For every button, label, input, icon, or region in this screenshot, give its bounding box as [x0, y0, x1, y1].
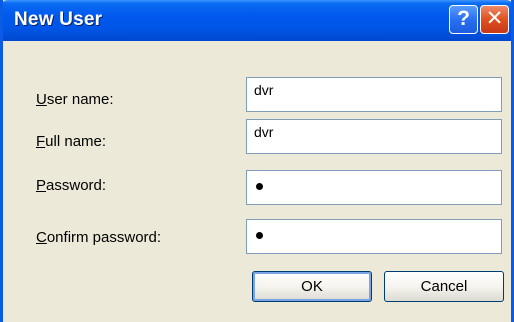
ok-button[interactable]: OK — [252, 271, 372, 302]
window-title: New User — [14, 9, 103, 30]
confirm-password-input[interactable] — [246, 219, 502, 254]
password-label: Password: — [36, 177, 107, 194]
username-label: User name: — [36, 91, 114, 108]
cancel-button[interactable]: Cancel — [384, 271, 504, 302]
username-input[interactable]: dvr — [246, 77, 502, 112]
password-mask-dot — [256, 183, 263, 190]
confirm-password-mask-dot — [256, 232, 263, 239]
title-bar[interactable]: New User ? ✕ — [3, 0, 511, 41]
password-input[interactable] — [246, 170, 502, 205]
fullname-label: Full name: — [36, 133, 107, 150]
close-icon[interactable]: ✕ — [480, 5, 509, 34]
new-user-dialog: New User ? ✕ User name: dvr Full name: d… — [0, 0, 514, 322]
help-icon[interactable]: ? — [449, 5, 478, 34]
fullname-input[interactable]: dvr — [246, 119, 502, 154]
confirm-password-label: Confirm password: — [36, 229, 162, 246]
